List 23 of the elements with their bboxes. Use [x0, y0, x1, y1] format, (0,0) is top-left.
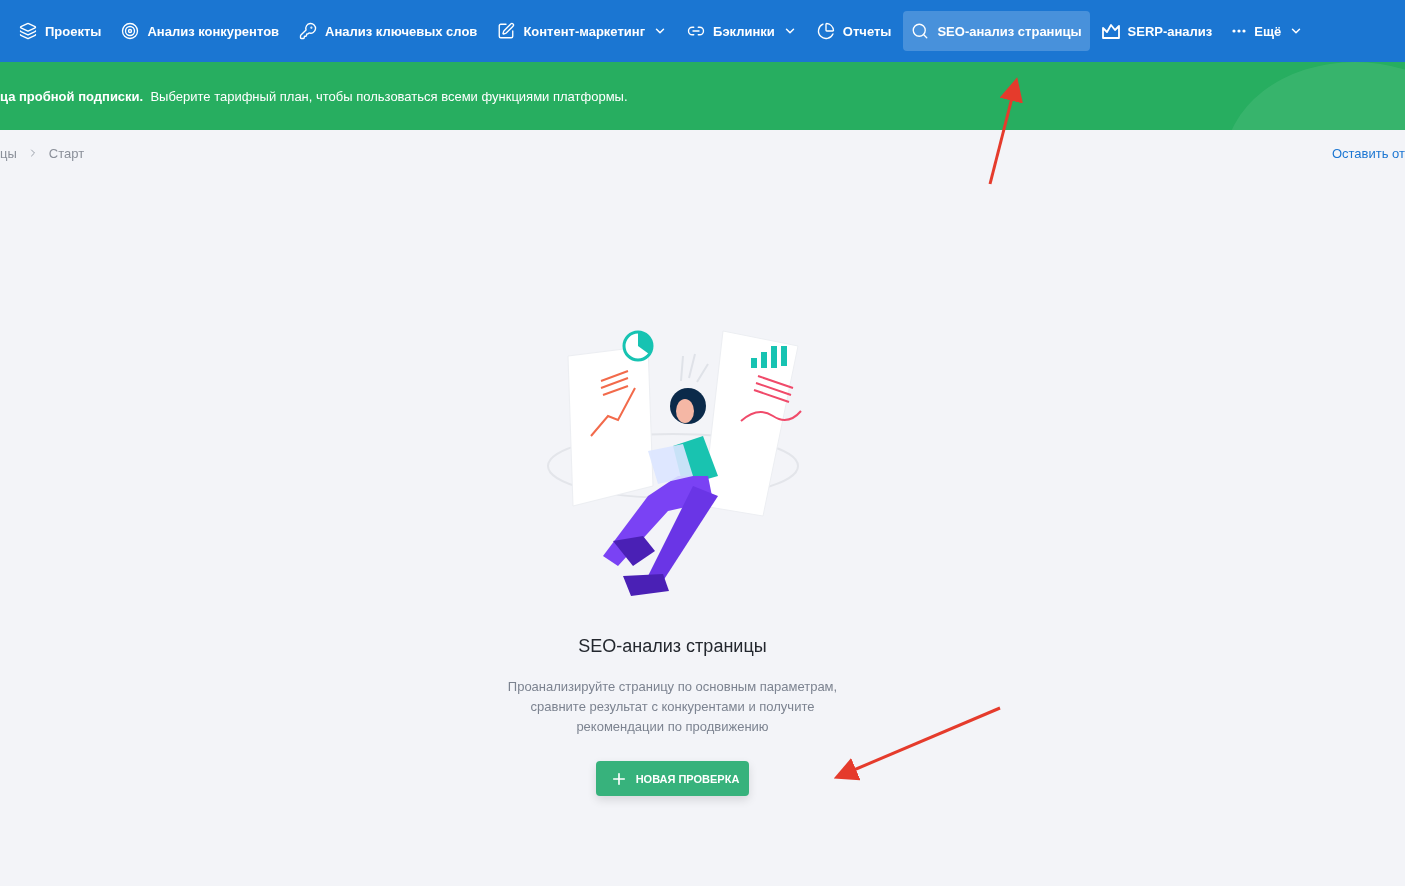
key-icon [299, 22, 318, 40]
feedback-link[interactable]: Оставить от [1331, 145, 1405, 161]
nav-tab[interactable]: SEO-анализ страницы [903, 11, 1090, 51]
target-icon [121, 22, 140, 40]
nav-tab[interactable]: Отчеты [808, 11, 900, 51]
breadcrumb-link[interactable]: Старт [48, 145, 85, 161]
nav-tab[interactable]: Ещё [1224, 11, 1312, 51]
banner-text: ца пробной подписки. Выберите тарифный план, чтобы пользоваться всеми функциями платформы. [0, 88, 628, 104]
more-icon [1232, 29, 1247, 33]
nav-tab[interactable]: Проекты [11, 11, 110, 51]
nav-tab[interactable]: Анализ ключевых слов [291, 11, 486, 51]
search-icon [911, 22, 930, 40]
nav-tab[interactable]: Анализ конкурентов [113, 11, 288, 51]
new-check-button[interactable]: НОВАЯ ПРОВЕРКА [595, 761, 750, 796]
empty-state-description: Проанализируйте страницу по основным параметрам, сравните результат с конкурентами и получите рекомендации по продвижению [506, 678, 839, 736]
edit-icon [497, 22, 516, 40]
nav-tab[interactable]: Контент-маркетинг [489, 11, 676, 51]
empty-state-title: SEO-анализ страницы [578, 636, 767, 657]
nav-tab[interactable]: Бэклинки [679, 11, 805, 51]
breadcrumb-link[interactable]: цы [0, 145, 17, 161]
nav-tab[interactable]: SERP-анализ [1093, 11, 1221, 51]
pie-chart-icon [816, 22, 835, 40]
layers-icon [19, 22, 37, 40]
